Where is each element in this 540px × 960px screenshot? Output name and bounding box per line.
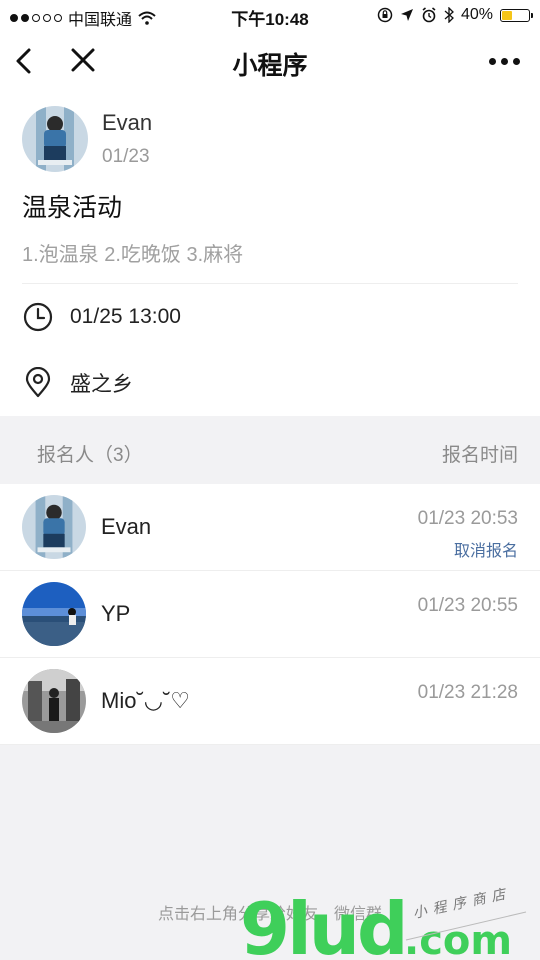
orientation-lock-icon [377,7,393,23]
watermark-logo: 9lud .com 小程序商店 [240,885,527,960]
participants-list: Evan 01/23 20:53 取消报名 YP 01/23 20:55 Mio… [0,484,540,745]
participants-header: 报名人（3） 报名时间 [0,416,540,484]
svg-text:小程序商店: 小程序商店 [412,885,513,921]
participant-name: Evan [101,514,152,539]
participant-name: Mio˘◡˘♡ [101,688,191,713]
more-options-icon[interactable] [489,58,520,65]
participant-name: YP [101,601,131,626]
alarm-icon [422,7,436,23]
signup-time-label: 报名时间 [441,445,518,466]
list-item[interactable]: Mio˘◡˘♡ 01/23 21:28 [0,658,540,745]
location-pin-icon [25,367,51,398]
bluetooth-icon [444,7,454,23]
clock-icon [23,302,53,332]
list-item[interactable]: Evan 01/23 20:53 取消报名 [0,484,540,571]
event-time: 01/25 13:00 [70,305,181,328]
event-title: 温泉活动 [22,194,123,222]
avatar[interactable] [22,582,86,646]
author-name: Evan [102,110,153,135]
event-card: Evan 01/23 温泉活动 1.泡温泉 2.吃晚饭 3.麻将 01/25 1… [0,92,540,416]
status-icons: 40% [377,6,533,24]
cancel-signup-link[interactable]: 取消报名 [454,537,518,561]
avatar[interactable] [22,106,88,172]
event-location-row[interactable]: 盛之乡 [22,350,518,416]
battery-icon [500,8,533,22]
avatar[interactable] [22,495,86,559]
avatar[interactable] [22,669,86,733]
event-time-row: 01/25 13:00 [22,284,518,350]
event-description: 1.泡温泉 2.吃晚饭 3.麻将 [22,238,518,284]
signup-time: 01/23 20:55 [417,595,518,616]
svg-text:9lud: 9lud [240,887,406,960]
svg-text:.com: .com [404,918,512,960]
nav-bar: 小程序 [0,30,540,92]
list-item[interactable]: YP 01/23 20:55 [0,571,540,658]
event-location: 盛之乡 [70,373,133,396]
status-bar: 中国联通 下午10:48 40% [0,0,540,30]
author-date: 01/23 [102,146,150,167]
battery-percent: 40% [460,6,493,23]
signup-time: 01/23 21:28 [417,682,518,703]
signup-time: 01/23 20:53 [417,508,518,529]
participants-count-label: 报名人（3） [37,445,143,466]
page-title: 小程序 [232,52,308,80]
location-arrow-icon [400,9,413,21]
event-author: Evan 01/23 [22,92,518,172]
